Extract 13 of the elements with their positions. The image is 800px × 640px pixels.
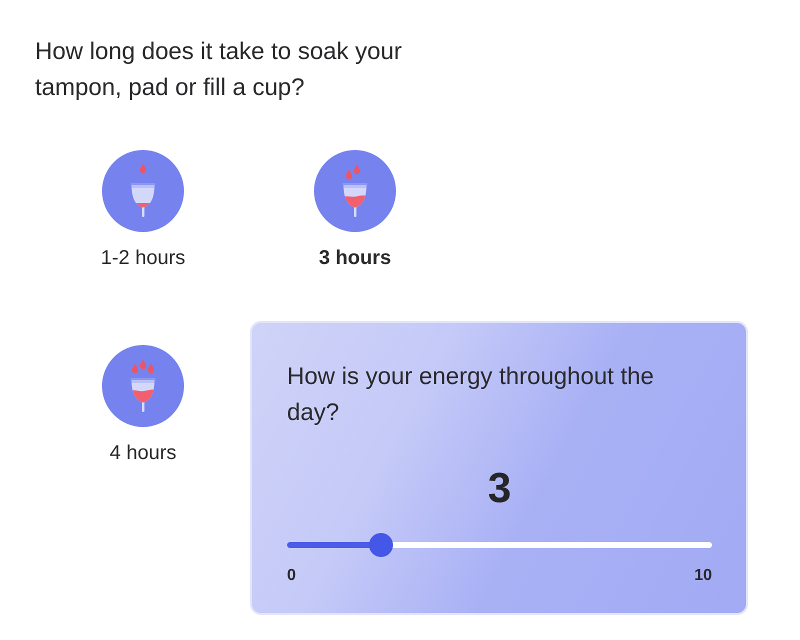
menstrual-cup-icon xyxy=(314,150,396,232)
duration-option[interactable]: 4 hours xyxy=(53,345,233,465)
energy-value: 3 xyxy=(488,465,512,511)
slider-track[interactable] xyxy=(287,533,712,557)
menstrual-cup-icon xyxy=(102,345,184,427)
duration-option[interactable]: 3 hours xyxy=(265,150,445,270)
menstrual-cup-icon xyxy=(102,150,184,232)
slider-max-label: 10 xyxy=(694,566,712,586)
duration-option[interactable]: 1-2 hours xyxy=(53,150,233,270)
slider-thumb[interactable] xyxy=(368,533,392,557)
energy-question: How is your energy throughout the day? xyxy=(287,362,655,428)
question-title: How long does it take to soak your tampon, pad or fill a cup? xyxy=(35,37,403,103)
slider-min-label: 0 xyxy=(287,566,296,586)
